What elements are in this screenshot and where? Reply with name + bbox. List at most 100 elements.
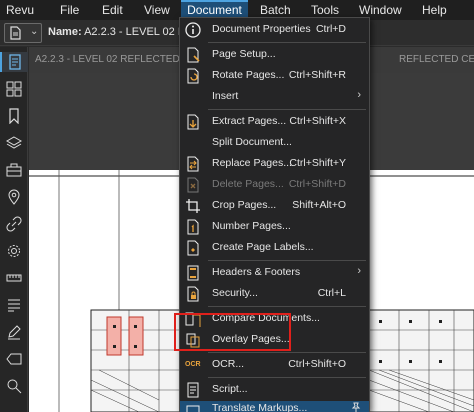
submenu-arrow-icon: ›: [357, 89, 361, 101]
search-icon: [7, 379, 22, 394]
menu-item-document-properties[interactable]: Document Properties Ctrl+D: [180, 20, 369, 40]
menu-item-label: Document Properties: [212, 23, 311, 35]
menu-item-shortcut: Ctrl+D: [315, 23, 346, 35]
menu-item-shortcut: Ctrl+Shift+Y: [289, 157, 346, 169]
menu-item-label: Delete Pages...: [212, 178, 284, 190]
menu-help[interactable]: Help: [422, 0, 447, 20]
tag-icon: [6, 353, 22, 365]
menu-item-label: Script...: [212, 383, 248, 395]
submenu-arrow-icon: ›: [357, 265, 361, 277]
menu-item-shortcut: Ctrl+Shift+R: [288, 69, 346, 81]
menu-item-insert[interactable]: Insert ›: [180, 87, 369, 107]
location-pin-icon: [8, 189, 20, 205]
menu-item-shortcut: Ctrl+Shift+O: [288, 358, 346, 370]
number-pages-icon: [187, 219, 199, 235]
menu-item-label: OCR...: [212, 358, 245, 370]
menu-item-label: Create Page Labels...: [212, 241, 314, 253]
menu-item-number-pages[interactable]: Number Pages...: [180, 217, 369, 237]
page-labels-icon: [187, 240, 199, 256]
info-icon: [185, 22, 201, 38]
menu-item-label: Extract Pages...: [212, 115, 287, 127]
menu-item-translate-markups[interactable]: Translate Markups...: [180, 401, 369, 412]
replace-pages-icon: [187, 156, 199, 172]
menu-item-ocr[interactable]: OCR OCR... Ctrl+Shift+O: [180, 355, 369, 375]
sidebar-links-tab[interactable]: [4, 214, 24, 234]
document-menu-dropdown: Document Properties Ctrl+D Page Setup...…: [179, 17, 370, 412]
menu-item-extract-pages[interactable]: Extract Pages... Ctrl+Shift+X: [180, 112, 369, 132]
pen-icon: [8, 325, 21, 340]
page-setup-icon: [187, 47, 200, 63]
chevron-down-icon: ⌄: [30, 26, 39, 37]
file-dropdown-button[interactable]: ⌄: [4, 23, 42, 43]
rotate-pages-icon: [187, 68, 199, 84]
left-sidebar: [0, 47, 28, 412]
sidebar-markups-tab[interactable]: [4, 295, 24, 315]
menu-item-headers-footers[interactable]: Headers & Footers ›: [180, 263, 369, 283]
menu-separator: [208, 377, 366, 378]
ruler-icon: [6, 274, 22, 282]
sidebar-tags-tab[interactable]: [4, 349, 24, 369]
ocr-icon: OCR: [185, 361, 201, 368]
menu-file[interactable]: File: [60, 0, 79, 20]
menu-item-label: Number Pages...: [212, 220, 291, 232]
menu-item-rotate-pages[interactable]: Rotate Pages... Ctrl+Shift+R: [180, 66, 369, 86]
menu-item-security[interactable]: Security... Ctrl+L: [180, 284, 369, 304]
sidebar-places-tab[interactable]: [4, 187, 24, 207]
bookmark-icon: [9, 108, 19, 124]
menu-edit[interactable]: Edit: [102, 0, 123, 20]
sidebar-toolchest-tab[interactable]: [4, 160, 24, 180]
menu-item-label: Page Setup...: [212, 48, 276, 60]
menu-item-label: Security...: [212, 287, 258, 299]
menu-item-replace-pages[interactable]: Replace Pages... Ctrl+Shift+Y: [180, 154, 369, 174]
pin-icon[interactable]: [351, 402, 361, 412]
markups-list-icon: [8, 299, 20, 312]
menu-item-crop-pages[interactable]: Crop Pages... Shift+Alt+O: [180, 196, 369, 216]
sidebar-layers-tab[interactable]: [4, 133, 24, 153]
menu-item-label: Headers & Footers: [212, 266, 301, 278]
menu-item-label: Translate Markups...: [212, 402, 308, 412]
menu-item-script[interactable]: Script...: [180, 380, 369, 400]
menu-separator: [208, 42, 366, 43]
headers-footers-icon: [187, 265, 199, 281]
sidebar-properties-tab[interactable]: [0, 52, 28, 72]
menu-item-shortcut: Ctrl+L: [317, 287, 346, 299]
menu-separator: [208, 306, 366, 307]
menu-item-delete-pages: Delete Pages... Ctrl+Shift+D: [180, 175, 369, 195]
document-icon: [10, 26, 21, 40]
menu-item-label: Crop Pages...: [212, 199, 277, 211]
menu-view[interactable]: View: [144, 0, 170, 20]
name-label: Name:: [48, 26, 82, 38]
extract-pages-icon: [187, 114, 199, 130]
sidebar-measurements-tab[interactable]: [4, 268, 24, 288]
menu-item-create-page-labels[interactable]: Create Page Labels...: [180, 238, 369, 258]
sidebar-thumbnails-tab[interactable]: [4, 79, 24, 99]
menu-item-shortcut: Ctrl+Shift+X: [289, 115, 346, 127]
app-window: Revu File Edit View Document Batch Tools…: [0, 0, 474, 412]
menu-item-label: Insert: [212, 90, 239, 102]
sidebar-search-tab[interactable]: [4, 376, 24, 396]
menu-item-label: Split Document...: [212, 136, 292, 148]
security-icon: [187, 286, 199, 302]
menu-item-page-setup[interactable]: Page Setup...: [180, 45, 369, 65]
thumbnails-icon: [6, 81, 22, 97]
menu-item-label: Replace Pages...: [212, 157, 292, 169]
menu-item-split-document[interactable]: Split Document...: [180, 133, 369, 153]
menu-revu[interactable]: Revu: [6, 0, 34, 20]
crop-pages-icon: [186, 199, 200, 213]
script-icon: [187, 382, 199, 398]
menu-item-label: Rotate Pages...: [212, 69, 285, 81]
menu-separator: [208, 260, 366, 261]
properties-icon: [9, 54, 21, 70]
gear-icon: [8, 245, 20, 257]
link-icon: [6, 216, 22, 232]
menu-item-shortcut: Shift+Alt+O: [292, 199, 346, 211]
highlight-annotation-box: [174, 313, 291, 351]
sidebar-bookmarks-tab[interactable]: [4, 106, 24, 126]
menu-separator: [208, 352, 366, 353]
layers-icon: [6, 136, 22, 149]
menu-separator: [208, 109, 366, 110]
sidebar-signatures-tab[interactable]: [4, 322, 24, 342]
sidebar-settings-tab[interactable]: [4, 241, 24, 261]
toolbox-icon: [6, 163, 22, 177]
translate-markups-icon: [186, 405, 200, 412]
